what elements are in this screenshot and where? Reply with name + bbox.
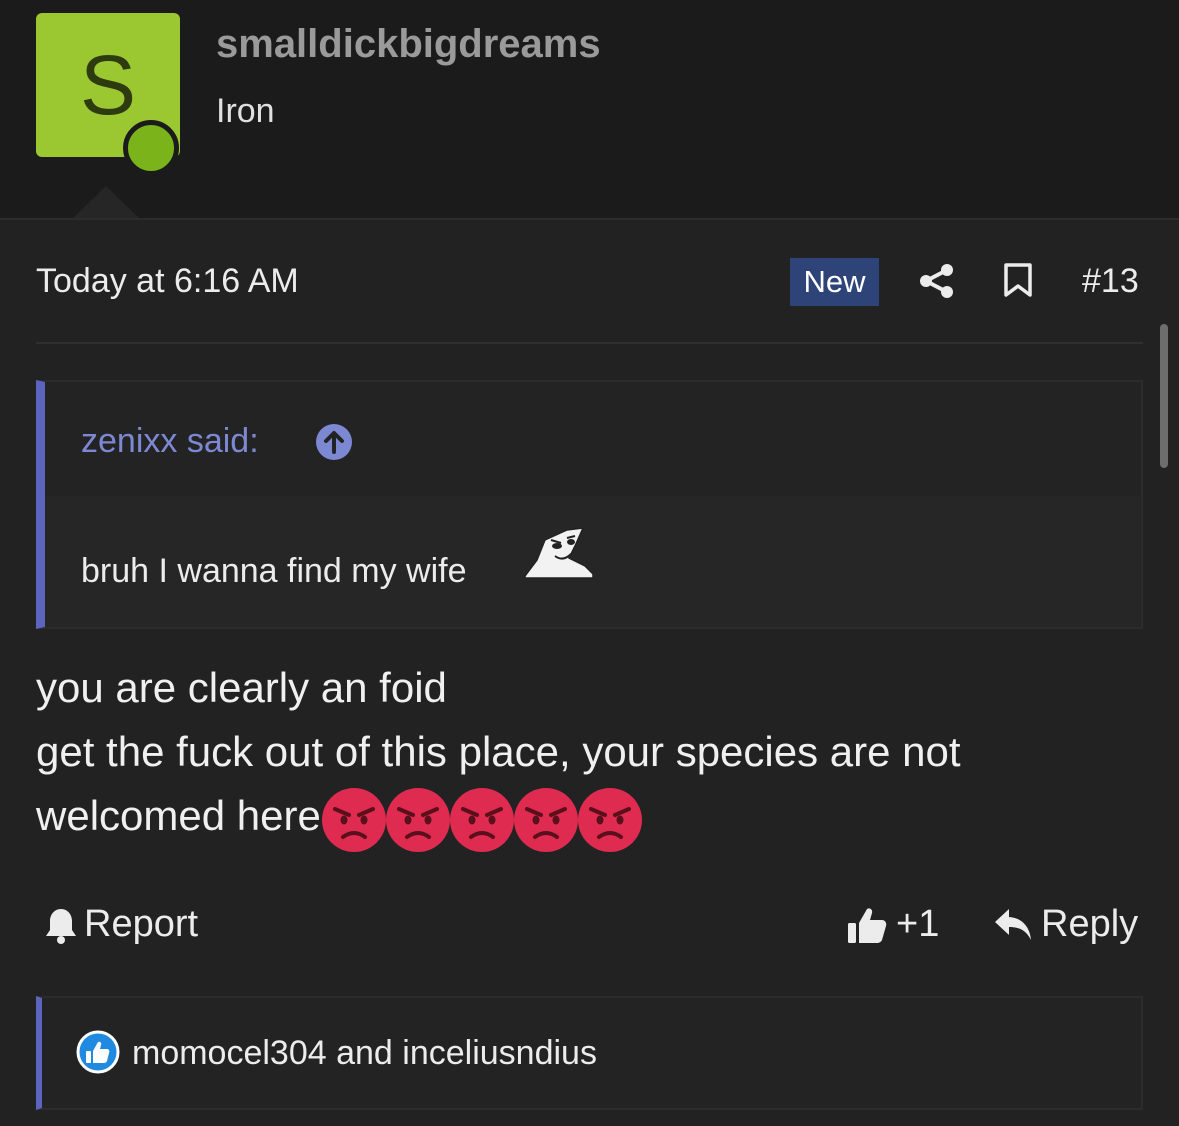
post-number-link[interactable]: #13 bbox=[1082, 262, 1139, 301]
share-icon[interactable] bbox=[918, 262, 956, 300]
online-status-indicator bbox=[123, 120, 179, 176]
new-badge: New bbox=[790, 258, 879, 306]
quote-block: zenixx said: bruh I wanna find my wife bbox=[36, 380, 1143, 629]
quote-author-link[interactable]: zenixx said: bbox=[81, 422, 259, 461]
user-title: Iron bbox=[216, 92, 275, 130]
angry-face-icon bbox=[449, 787, 514, 852]
reactions-bar[interactable]: momocel304 and inceliusndius bbox=[36, 996, 1143, 1110]
like-button[interactable]: +1 bbox=[846, 903, 939, 946]
angry-face-icon bbox=[385, 787, 450, 852]
meme-face-icon bbox=[524, 527, 594, 579]
emoji-row bbox=[321, 785, 643, 853]
header-pointer bbox=[72, 186, 140, 219]
angry-face-icon bbox=[577, 787, 642, 852]
arrow-up-circle-icon[interactable] bbox=[315, 423, 353, 461]
quote-header: zenixx said: bbox=[45, 382, 1141, 496]
like-count: +1 bbox=[896, 903, 940, 945]
message-body: you are clearly an foid get the fuck out… bbox=[36, 656, 961, 853]
reactions-users[interactable]: momocel304 and inceliusndius bbox=[132, 1034, 597, 1073]
message-line: get the fuck out of this place, your spe… bbox=[36, 728, 961, 775]
message-line: welcomed here bbox=[36, 784, 961, 853]
reply-arrow-icon bbox=[995, 908, 1031, 940]
post-author-header: S smalldickbigdreams Iron bbox=[0, 0, 1179, 219]
report-button[interactable]: Report bbox=[44, 903, 198, 946]
quote-text: bruh I wanna find my wife bbox=[81, 552, 467, 590]
angry-face-icon bbox=[321, 787, 386, 852]
bookmark-icon[interactable] bbox=[1003, 262, 1033, 298]
username[interactable]: smalldickbigdreams bbox=[216, 22, 601, 67]
reply-label: Reply bbox=[1041, 903, 1139, 945]
scrollbar[interactable] bbox=[1160, 324, 1168, 468]
post-date[interactable]: Today at 6:16 AM bbox=[36, 262, 299, 301]
reply-button[interactable]: Reply bbox=[993, 903, 1138, 946]
bell-icon bbox=[46, 908, 76, 944]
thumbs-up-icon bbox=[848, 907, 887, 943]
angry-face-icon bbox=[513, 787, 578, 852]
like-reaction-icon bbox=[76, 1030, 120, 1074]
message-line-text: welcomed here bbox=[36, 792, 321, 839]
post-container: Today at 6:16 AM New #13 zenixx said: br… bbox=[0, 218, 1179, 1126]
message-line: you are clearly an foid bbox=[36, 664, 447, 711]
quote-body: bruh I wanna find my wife bbox=[45, 496, 1141, 627]
divider bbox=[36, 342, 1143, 344]
report-label: Report bbox=[84, 903, 199, 945]
